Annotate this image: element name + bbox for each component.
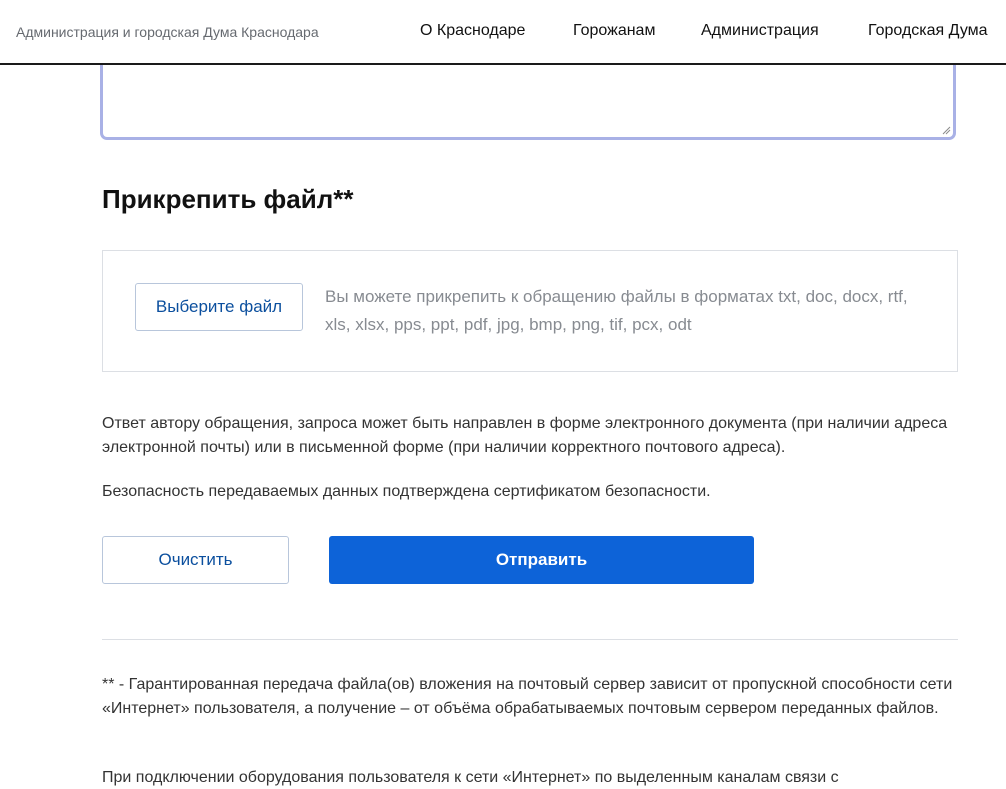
submit-button[interactable]: Отправить — [329, 536, 754, 584]
section-divider — [102, 639, 958, 640]
site-header: Администрация и городская Дума Краснодар… — [0, 0, 1006, 65]
attach-file-title: Прикрепить файл** — [102, 184, 354, 214]
file-upload-box: Выберите файл Вы можете прикрепить к обр… — [102, 250, 958, 372]
upload-formats-hint: Вы можете прикрепить к обращению файлы в… — [325, 287, 908, 334]
page: Администрация и городская Дума Краснодар… — [0, 0, 1006, 789]
clear-button[interactable]: Очистить — [102, 536, 289, 584]
nav-item-administration[interactable]: Администрация — [701, 22, 819, 40]
connection-footnote: При подключении оборудования пользовател… — [102, 769, 839, 786]
nav-item-citizens[interactable]: Горожанам — [573, 22, 655, 40]
security-note: Безопасность передаваемых данных подтвер… — [102, 483, 711, 500]
resize-grip-icon[interactable] — [941, 125, 951, 135]
answer-delivery-note: Ответ автору обращения, запроса может бы… — [102, 415, 948, 456]
nav-item-city-duma[interactable]: Городская Дума — [868, 22, 988, 40]
site-brand[interactable]: Администрация и городская Дума Краснодар… — [16, 24, 319, 40]
nav-item-about-krasnodar[interactable]: О Краснодаре — [420, 22, 525, 40]
file-transfer-footnote: ** - Гарантированная передача файла(ов) … — [102, 676, 953, 717]
choose-file-button[interactable]: Выберите файл — [135, 283, 303, 331]
